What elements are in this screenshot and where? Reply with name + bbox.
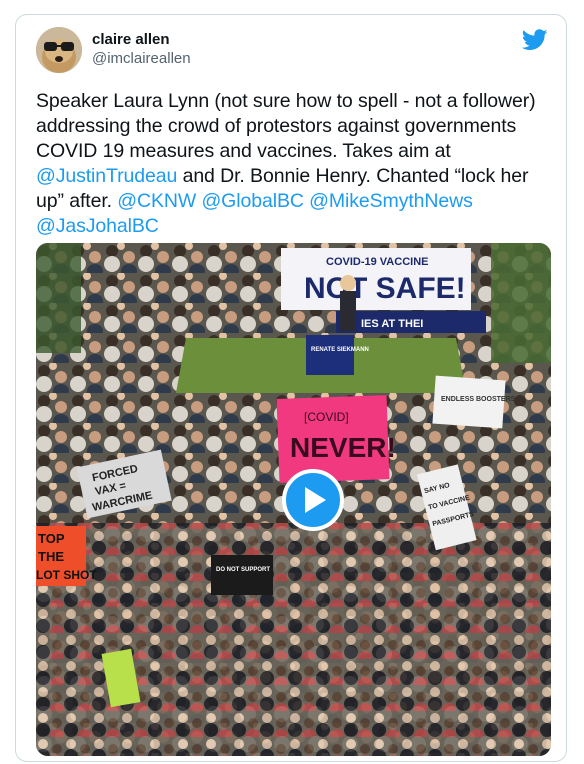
sign-text: COVID-19 VACCINE bbox=[326, 256, 428, 268]
dog-avatar-icon bbox=[36, 27, 82, 73]
mention-mikesmythnews[interactable]: @MikeSmythNews bbox=[309, 190, 473, 212]
avatar[interactable] bbox=[36, 27, 82, 73]
sign-text: LOT SHOT bbox=[36, 568, 97, 582]
sign-text: DO NOT SUPPORT bbox=[216, 567, 270, 573]
twitter-bird-icon[interactable] bbox=[521, 29, 548, 51]
sign-text: RENATE SIEKMANN bbox=[311, 347, 369, 353]
tweet-text: Speaker Laura Lynn (not sure how to spel… bbox=[36, 89, 556, 239]
mention-cknw[interactable]: @CKNW bbox=[117, 190, 196, 212]
play-button[interactable] bbox=[282, 469, 344, 531]
mention-justintrudeau[interactable]: @JustinTrudeau bbox=[36, 165, 177, 187]
sign-text: NOT SAFE! bbox=[304, 272, 466, 305]
tweet-text-part: Speaker Laura Lynn (not sure how to spel… bbox=[36, 90, 536, 162]
video-thumbnail[interactable]: COVID-19 VACCINE NOT SAFE! IES AT THEI R… bbox=[36, 243, 551, 756]
author-handle[interactable]: @imclaireallen bbox=[92, 49, 191, 69]
sign-text: THE bbox=[38, 549, 64, 564]
tweet-header: claire allen @imclaireallen bbox=[36, 27, 552, 77]
author-display-name[interactable]: claire allen bbox=[92, 31, 191, 49]
mention-globalbc[interactable]: @GlobalBC bbox=[201, 190, 303, 212]
mention-jasjohalbc[interactable]: @JasJohalBC bbox=[36, 215, 159, 237]
sign-text: IES AT THEI bbox=[361, 318, 423, 330]
sign-text: [COVID] bbox=[304, 410, 349, 424]
sign-text: TOP bbox=[38, 531, 65, 546]
play-icon bbox=[305, 487, 326, 513]
sign-text: NEVER! bbox=[290, 432, 396, 463]
tweet-card[interactable]: claire allen @imclaireallen Speaker Laur… bbox=[15, 14, 567, 762]
sign-text: ENDLESS BOOSTERS bbox=[441, 396, 516, 403]
